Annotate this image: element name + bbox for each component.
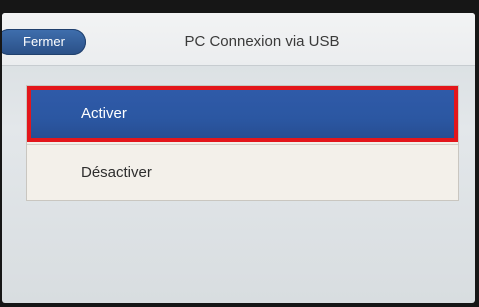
option-activer[interactable]: Activer	[27, 86, 458, 142]
device-screen: Fermer PC Connexion via USB Activer Désa…	[2, 13, 475, 303]
title-bar: Fermer PC Connexion via USB	[2, 13, 475, 66]
close-button[interactable]: Fermer	[2, 29, 86, 55]
screen-title: PC Connexion via USB	[184, 33, 340, 50]
option-desactiver[interactable]: Désactiver	[27, 144, 458, 200]
options-list: Activer Désactiver	[26, 85, 459, 201]
